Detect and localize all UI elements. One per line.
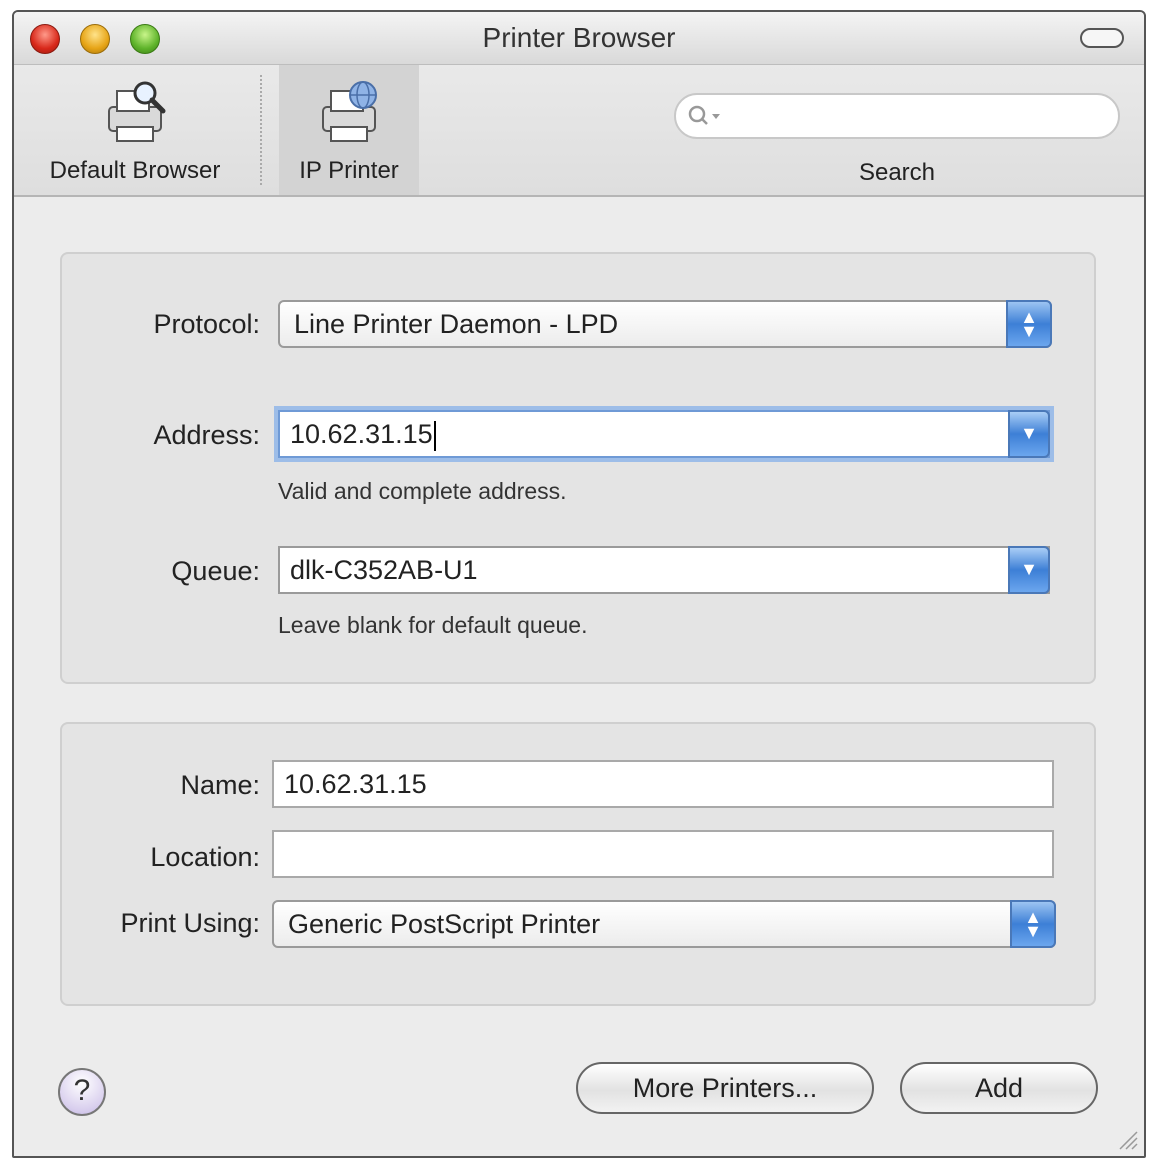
toolbar-label-default-browser: Default Browser — [49, 157, 221, 184]
resize-grip-icon[interactable] — [1116, 1128, 1138, 1150]
location-field[interactable] — [272, 830, 1054, 878]
address-combo[interactable]: 10.62.31.15 ▼ — [278, 410, 1050, 458]
name-value: 10.62.31.15 — [284, 769, 427, 799]
printer-magnifier-icon — [108, 81, 166, 142]
more-printers-button[interactable]: More Printers... — [576, 1062, 874, 1114]
printer-details-group: Name: 10.62.31.15 Location: Print Using:… — [60, 722, 1096, 1006]
toolbar: Default Browser IP Printer Search — [14, 65, 1144, 197]
chevron-down-icon[interactable]: ▼ — [1008, 546, 1050, 594]
search-input[interactable] — [728, 101, 1098, 133]
title-bar: Printer Browser — [14, 12, 1144, 65]
address-hint: Valid and complete address. — [278, 478, 567, 504]
help-button[interactable]: ? — [58, 1068, 106, 1116]
location-label: Location: — [150, 842, 260, 872]
protocol-label: Protocol: — [153, 309, 260, 339]
toolbar-separator — [260, 75, 262, 185]
search-icon — [688, 105, 720, 125]
address-value: 10.62.31.15 — [290, 419, 433, 449]
protocol-popup[interactable]: Line Printer Daemon - LPD ▲ ▼ — [278, 300, 1052, 348]
chevron-down-icon[interactable]: ▼ — [1008, 410, 1050, 458]
toolbar-toggle-button[interactable] — [1080, 28, 1124, 48]
print-using-label: Print Using: — [120, 908, 260, 938]
name-field[interactable]: 10.62.31.15 — [272, 760, 1054, 808]
queue-label: Queue: — [171, 556, 260, 586]
address-label: Address: — [153, 420, 260, 450]
protocol-value: Line Printer Daemon - LPD — [294, 309, 619, 339]
name-label: Name: — [180, 770, 260, 800]
add-button[interactable]: Add — [900, 1062, 1098, 1114]
toolbar-default-browser[interactable]: Default Browser — [24, 65, 246, 195]
updown-arrows-icon: ▲ ▼ — [1010, 900, 1056, 948]
print-using-value: Generic PostScript Printer — [288, 909, 601, 939]
print-using-popup[interactable]: Generic PostScript Printer ▲ ▼ — [272, 900, 1056, 948]
toolbar-ip-printer[interactable]: IP Printer — [279, 65, 419, 195]
toolbar-label-ip-printer: IP Printer — [299, 157, 399, 184]
queue-value: dlk-C352AB-U1 — [290, 555, 478, 585]
printer-browser-window: Printer Browser Default Browser IP Print… — [12, 10, 1146, 1158]
updown-arrows-icon: ▲ ▼ — [1006, 300, 1052, 348]
queue-combo[interactable]: dlk-C352AB-U1 ▼ — [278, 546, 1050, 594]
connection-group: Protocol: Line Printer Daemon - LPD ▲ ▼ A… — [60, 252, 1096, 684]
search-field[interactable] — [674, 93, 1120, 139]
window-title: Printer Browser — [482, 22, 676, 53]
text-caret — [433, 420, 436, 451]
queue-hint: Leave blank for default queue. — [278, 612, 588, 638]
search-label: Search — [858, 159, 936, 186]
printer-globe-icon — [322, 81, 377, 142]
